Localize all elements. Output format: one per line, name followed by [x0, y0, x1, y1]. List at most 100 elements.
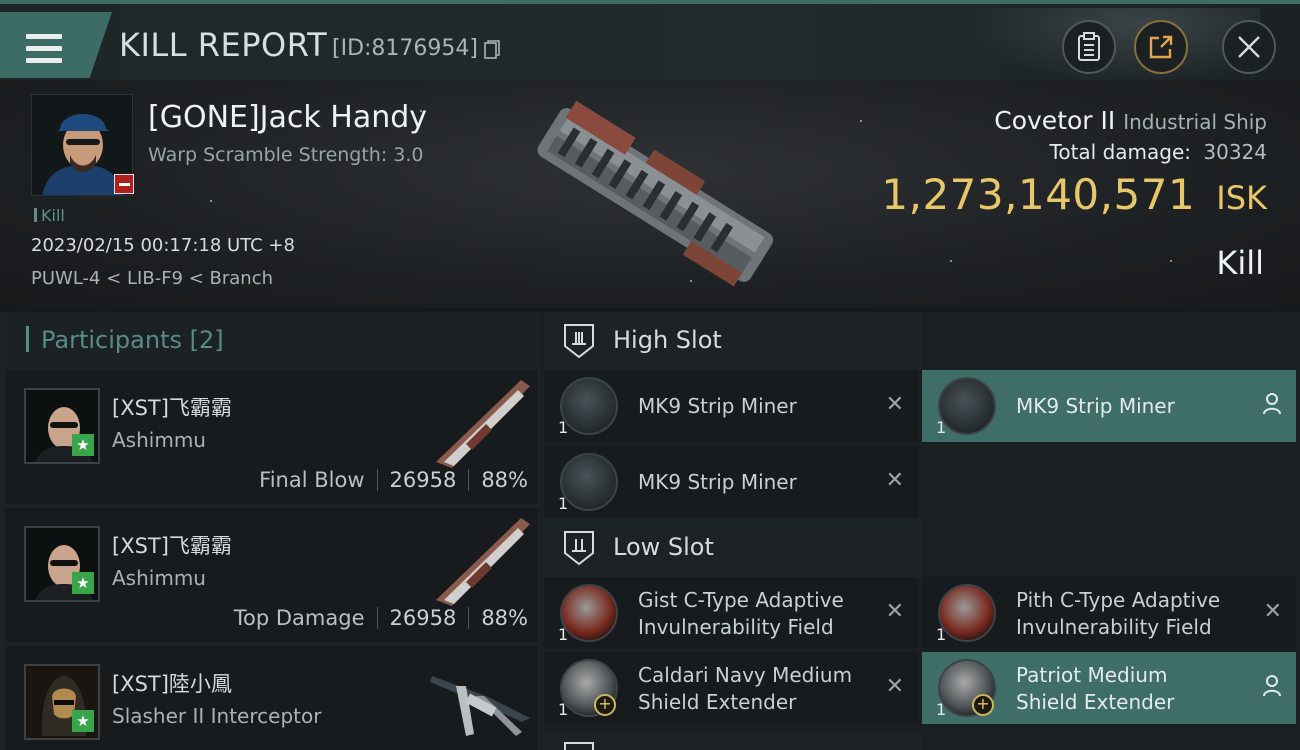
invulnerability-field-icon	[560, 584, 618, 642]
victim-name[interactable]: [GONE]Jack Handy	[148, 100, 427, 135]
copy-icon[interactable]	[484, 40, 500, 60]
module-name-line2: Invulnerability Field	[638, 615, 834, 639]
fitting-panel: High Slot 1 MK9 Strip Miner ✕ 1 MK9 Stri…	[540, 312, 1300, 750]
participant-name: [XST]陸小鳳	[112, 672, 232, 696]
module-name-line1: Caldari Navy Medium	[638, 663, 853, 687]
module-item[interactable]: 1 MK9 Strip Miner ✕	[544, 370, 918, 442]
invulnerability-field-icon	[938, 584, 996, 642]
mid-slot-header	[544, 730, 922, 750]
module-quantity: 1	[558, 700, 569, 719]
total-damage: Total damage: 30324	[1050, 140, 1267, 164]
mid-slot-icon	[564, 742, 594, 750]
close-icon: ✕	[885, 599, 904, 624]
plus-icon: +	[594, 694, 616, 716]
background-star	[860, 120, 862, 122]
module-name-line1: Pith C-Type Adaptive	[1016, 588, 1221, 612]
person-icon	[1263, 675, 1281, 697]
low-slot-title: Low Slot	[613, 533, 714, 561]
low-slot-header: Low Slot	[544, 519, 922, 577]
participant-row[interactable]: ★ [XST]飞霸霸 Ashimmu Top Damage 26958 88%	[6, 508, 538, 642]
victim-ship-image	[537, 100, 774, 287]
total-damage-value: 30324	[1203, 140, 1267, 164]
participant-name: [XST]飞霸霸	[112, 396, 232, 420]
plus-icon: +	[972, 694, 994, 716]
page-title: KILL REPORT	[119, 26, 328, 64]
close-icon: ✕	[885, 392, 904, 417]
kill-datetime: 2023/02/15 00:17:18 UTC +8	[31, 235, 295, 256]
participant-ship: Slasher II Interceptor	[112, 704, 322, 728]
strip-miner-icon	[560, 377, 618, 435]
participant-role: Top Damage	[233, 606, 365, 630]
ship-class: Industrial Ship	[1123, 110, 1267, 134]
victim-ship[interactable]: Covetor II Industrial Ship	[994, 106, 1267, 135]
clipboard-icon	[1078, 32, 1100, 61]
module-name-line1: Gist C-Type Adaptive	[638, 588, 844, 612]
background-star	[1170, 260, 1172, 262]
module-item[interactable]: + 1 Caldari Navy Medium Shield Extender …	[544, 652, 918, 724]
close-button[interactable]	[1222, 20, 1276, 74]
person-icon	[1263, 393, 1281, 415]
share-button[interactable]	[1134, 20, 1188, 74]
header-bar: KILL REPORT [ID:8176954]	[0, 4, 1300, 84]
corp-star-icon: ★	[72, 572, 94, 594]
module-item[interactable]: 1 MK9 Strip Miner ✕	[544, 446, 918, 518]
background-star	[950, 260, 952, 262]
module-item[interactable]: 1 MK9 Strip Miner	[922, 370, 1296, 442]
menu-button[interactable]	[0, 12, 112, 78]
total-damage-label: Total damage:	[1049, 140, 1192, 164]
module-name-line1: Patriot Medium	[1016, 663, 1168, 687]
participant-ship: Ashimmu	[112, 566, 206, 590]
kill-location[interactable]: PUWL-4 < LIB-F9 < Branch	[31, 268, 273, 289]
participant-role: Final Blow	[259, 468, 365, 492]
participant-damage: 26958	[389, 606, 457, 630]
close-icon: ✕	[1263, 599, 1282, 624]
module-quantity: 1	[558, 494, 569, 513]
participant-damage: 26958	[389, 468, 457, 492]
participant-ship-image	[430, 676, 530, 736]
module-quantity: 1	[558, 418, 569, 437]
high-slot-header: High Slot	[544, 312, 922, 370]
module-name: MK9 Strip Miner	[1016, 394, 1175, 418]
kill-result: Kill	[1216, 244, 1264, 282]
participant-row[interactable]: ★ [XST]飞霸霸 Ashimmu Final Blow 26958 88%	[6, 370, 538, 504]
isk-value: 1,273,140,571	[881, 170, 1196, 219]
isk-unit: ISK	[1216, 179, 1267, 217]
low-slot-icon	[564, 531, 594, 566]
participant-row[interactable]: ★ [XST]陸小鳳 Slasher II Interceptor	[6, 646, 538, 750]
corp-star-icon: ★	[72, 710, 94, 732]
module-name: MK9 Strip Miner	[638, 394, 797, 418]
close-icon: ✕	[885, 468, 904, 493]
background-star	[210, 200, 212, 202]
module-item[interactable]: + 1 Patriot Medium Shield Extender	[922, 652, 1296, 724]
participant-percent: 88%	[481, 468, 528, 492]
strip-miner-icon	[560, 453, 618, 511]
ship-name: Covetor II	[994, 106, 1116, 135]
participants-header: Participants [2]	[6, 312, 540, 370]
module-item[interactable]: 1 Gist C-Type Adaptive Invulnerability F…	[544, 577, 918, 649]
clipboard-button[interactable]	[1062, 20, 1116, 74]
participant-stats: Top Damage 26958 88%	[234, 606, 528, 630]
module-name-line2: Shield Extender	[638, 690, 797, 714]
victim-summary: [GONE]Jack Handy Warp Scramble Strength:…	[0, 80, 1300, 308]
share-icon	[1149, 35, 1173, 59]
module-name-line2: Invulnerability Field	[1016, 615, 1212, 639]
module-item[interactable]: 1 Pith C-Type Adaptive Invulnerability F…	[922, 577, 1296, 649]
participant-stats: Final Blow 26958 88%	[259, 468, 528, 492]
module-quantity: 1	[936, 625, 947, 644]
high-slot-icon	[564, 324, 594, 359]
participants-title: Participants [2]	[26, 326, 224, 354]
hamburger-icon	[26, 34, 62, 64]
participant-percent: 88%	[481, 606, 528, 630]
module-quantity: 1	[936, 700, 947, 719]
participant-ship-image	[436, 518, 530, 606]
close-icon	[1238, 36, 1260, 58]
strip-miner-icon	[938, 377, 996, 435]
report-id: [ID:8176954]	[332, 36, 478, 61]
loss-badge	[114, 174, 134, 194]
isk-value-row: 1,273,140,571 ISK	[881, 170, 1267, 219]
high-slot-title: High Slot	[613, 326, 722, 354]
participant-ship: Ashimmu	[112, 428, 206, 452]
module-name-line2: Shield Extender	[1016, 690, 1175, 714]
module-quantity: 1	[936, 418, 947, 437]
warp-scramble-strength: Warp Scramble Strength: 3.0	[148, 144, 424, 166]
